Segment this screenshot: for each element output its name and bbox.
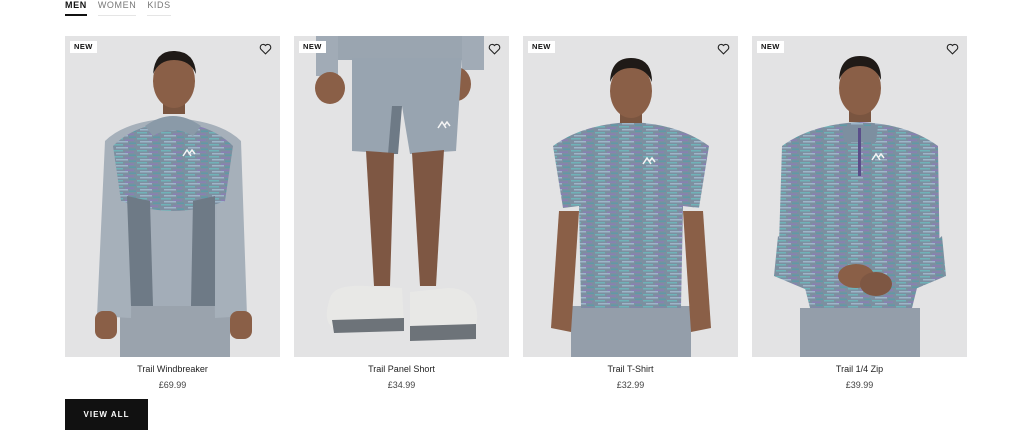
product-image[interactable]: NEW: [294, 36, 509, 357]
product-image[interactable]: NEW: [65, 36, 280, 357]
tab-men[interactable]: MEN: [65, 0, 87, 16]
new-badge: NEW: [757, 41, 784, 53]
product-photo: [95, 50, 252, 357]
product-card[interactable]: NEW Trail 1/4 Zip £39.99: [752, 36, 967, 391]
product-photo: [315, 36, 484, 341]
gender-tabs: MEN WOMEN KIDS: [65, 0, 171, 16]
product-price: £69.99: [158, 380, 187, 390]
product-name[interactable]: Trail T-Shirt: [523, 364, 738, 375]
product-grid: NEW Trail Windbreaker £69.99 NEW Trail P…: [65, 36, 967, 391]
product-photo: [774, 56, 946, 357]
new-badge: NEW: [299, 41, 326, 53]
product-price: £39.99: [845, 380, 874, 390]
product-image[interactable]: NEW: [523, 36, 738, 357]
product-name[interactable]: Trail Panel Short: [294, 364, 509, 375]
view-all-button[interactable]: VIEW ALL: [65, 399, 148, 430]
new-badge: NEW: [528, 41, 555, 53]
product-image[interactable]: NEW: [752, 36, 967, 357]
tab-kids[interactable]: KIDS: [147, 0, 171, 16]
product-name[interactable]: Trail Windbreaker: [65, 364, 280, 375]
product-card[interactable]: NEW Trail T-Shirt £32.99: [523, 36, 738, 391]
heart-icon[interactable]: [259, 43, 272, 55]
product-price: £34.99: [387, 380, 416, 390]
heart-icon[interactable]: [717, 43, 730, 55]
product-card[interactable]: NEW Trail Panel Short £34.99: [294, 36, 509, 391]
new-badge: NEW: [70, 41, 97, 53]
heart-icon[interactable]: [946, 43, 959, 55]
product-card[interactable]: NEW Trail Windbreaker £69.99: [65, 36, 280, 391]
tab-women[interactable]: WOMEN: [97, 0, 137, 16]
product-name[interactable]: Trail 1/4 Zip: [752, 364, 967, 375]
product-photo: [551, 58, 711, 357]
heart-icon[interactable]: [488, 43, 501, 55]
product-price: £32.99: [616, 380, 645, 390]
